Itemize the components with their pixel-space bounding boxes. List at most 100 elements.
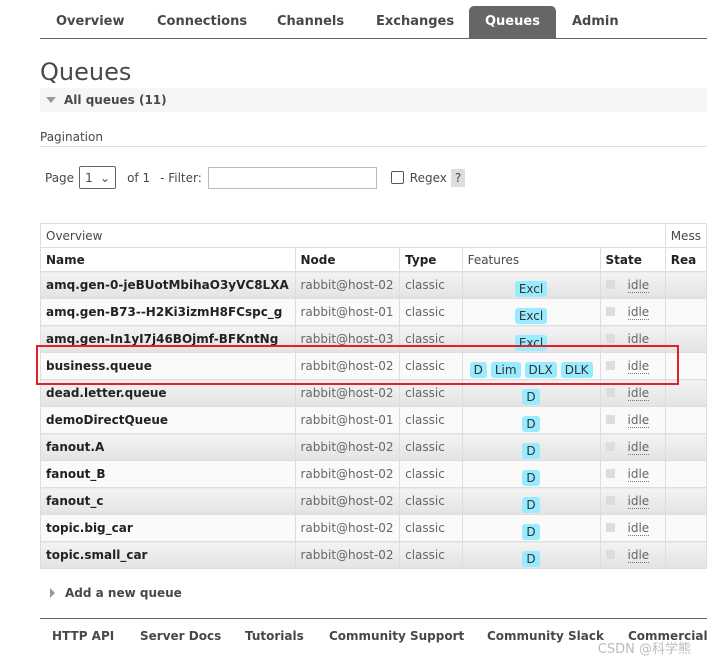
footer-link-http-api[interactable]: HTTP API bbox=[52, 629, 114, 643]
column-header-type[interactable]: Type bbox=[399, 247, 463, 272]
queue-state-cell: idle bbox=[599, 406, 666, 434]
footer-link-tutorials[interactable]: Tutorials bbox=[245, 629, 304, 643]
queue-name-cell[interactable]: amq.gen-B73--H2Ki3izmH8FCspc_g bbox=[40, 298, 296, 326]
pagination-label: Pagination bbox=[40, 130, 103, 144]
table-row[interactable]: demoDirectQueue rabbit@host-01 classic Didl… bbox=[40, 406, 707, 434]
queue-features-cell: D bbox=[461, 406, 601, 434]
queue-name-cell[interactable]: dead.letter.queue bbox=[40, 379, 296, 407]
feature-badge: D bbox=[522, 470, 540, 486]
table-row[interactable]: amq.gen-B73--H2Ki3izmH8FCspc_g rabbit@hos… bbox=[40, 298, 707, 326]
top-nav: Overview Connections Channels Exchanges … bbox=[40, 6, 707, 39]
table-row[interactable]: topic.big_car rabbit@host-02 classic Didle bbox=[40, 514, 707, 542]
footer-link-community-slack[interactable]: Community Slack bbox=[487, 629, 604, 643]
queue-type-cell: classic bbox=[399, 352, 463, 380]
queue-name-cell[interactable]: amq.gen-0-jeBUotMbihaO3yVC8LXA bbox=[40, 271, 296, 299]
queue-type-cell: classic bbox=[399, 325, 463, 353]
regex-label: Regex bbox=[409, 170, 447, 185]
state-label: idle bbox=[627, 494, 650, 509]
table-row[interactable]: fanout.A rabbit@host-02 classic Didle bbox=[40, 433, 707, 461]
watermark: CSDN @科学熊 bbox=[597, 642, 691, 657]
footer-link-community-support[interactable]: Community Support bbox=[329, 629, 464, 643]
pagination-controls: Page 1 ⌄ of 1 - Filter: Regex ? bbox=[45, 166, 466, 189]
queue-features-cell: Excl bbox=[461, 298, 601, 326]
tab-exchanges[interactable]: Exchanges bbox=[376, 6, 454, 38]
footer-link-server-docs[interactable]: Server Docs bbox=[140, 629, 221, 643]
chevron-down-icon: ⌄ bbox=[100, 170, 111, 185]
queue-ready-cell bbox=[664, 487, 707, 515]
all-queues-toggle[interactable]: All queues (11) bbox=[40, 88, 707, 112]
state-label: idle bbox=[627, 305, 650, 320]
queue-state-cell: idle bbox=[599, 460, 666, 488]
page-label: Page bbox=[45, 170, 75, 185]
column-header-node[interactable]: Node bbox=[294, 247, 401, 272]
regex-help-button[interactable]: ? bbox=[450, 168, 466, 187]
queue-ready-cell bbox=[664, 379, 707, 407]
table-row[interactable]: fanout_B rabbit@host-02 classic Didle bbox=[40, 460, 707, 488]
queue-name-cell[interactable]: fanout_c bbox=[40, 487, 296, 515]
queue-name-cell[interactable]: demoDirectQueue bbox=[40, 406, 296, 434]
state-indicator-icon bbox=[605, 307, 615, 316]
add-queue-toggle[interactable]: Add a new queue bbox=[50, 586, 182, 600]
queues-table: Overview Mess Name Node Type Features St… bbox=[40, 223, 707, 569]
table-row[interactable]: amq.gen-0-jeBUotMbihaO3yVC8LXA rabbit@hos… bbox=[40, 271, 707, 299]
queue-name-cell[interactable]: fanout_B bbox=[40, 460, 296, 488]
table-row[interactable]: topic.small_car rabbit@host-02 classic Didl… bbox=[40, 541, 707, 569]
column-header-ready[interactable]: Rea bbox=[664, 247, 707, 272]
queue-name-cell[interactable]: topic.small_car bbox=[40, 541, 296, 569]
feature-badge: D bbox=[522, 551, 540, 567]
queue-features-cell: D Lim DLX DLK bbox=[461, 352, 601, 380]
regex-checkbox[interactable] bbox=[390, 171, 404, 184]
tab-channels[interactable]: Channels bbox=[277, 6, 344, 38]
tab-queues[interactable]: Queues bbox=[469, 6, 556, 38]
feature-badge: DLX bbox=[524, 362, 557, 378]
tab-admin[interactable]: Admin bbox=[572, 6, 619, 38]
queue-ready-cell bbox=[664, 433, 707, 461]
queue-features-cell: D bbox=[461, 487, 601, 515]
queue-node-cell: rabbit@host-02 bbox=[294, 352, 401, 380]
queue-state-cell: idle bbox=[599, 271, 666, 299]
queue-type-cell: classic bbox=[399, 379, 463, 407]
queue-state-cell: idle bbox=[599, 541, 666, 569]
queue-type-cell: classic bbox=[399, 271, 463, 299]
queue-state-cell: idle bbox=[599, 325, 666, 353]
state-indicator-icon bbox=[605, 469, 615, 478]
state-label: idle bbox=[627, 413, 650, 428]
table-row[interactable]: business.queue rabbit@host-02 classic D Lim D… bbox=[40, 352, 707, 380]
queue-features-cell: D bbox=[461, 433, 601, 461]
table-row[interactable]: amq.gen-In1yI7j46BOjmf-BFKntNg rabbit@hos… bbox=[40, 325, 707, 353]
tab-overview[interactable]: Overview bbox=[56, 6, 125, 38]
queue-node-cell: rabbit@host-01 bbox=[294, 298, 401, 326]
column-header-name[interactable]: Name bbox=[40, 247, 296, 272]
feature-badge: Excl bbox=[514, 335, 548, 351]
queue-state-cell: idle bbox=[599, 352, 666, 380]
feature-badge: D bbox=[469, 362, 487, 378]
queue-name-cell[interactable]: amq.gen-In1yI7j46BOjmf-BFKntNg bbox=[40, 325, 296, 353]
state-label: idle bbox=[627, 332, 650, 347]
state-indicator-icon bbox=[605, 442, 615, 451]
page-select[interactable]: 1 ⌄ bbox=[79, 166, 117, 189]
queue-features-cell: D bbox=[461, 514, 601, 542]
queue-features-cell: D bbox=[461, 460, 601, 488]
queue-state-cell: idle bbox=[599, 514, 666, 542]
column-header-state[interactable]: State bbox=[599, 247, 666, 272]
queue-node-cell: rabbit@host-02 bbox=[294, 541, 401, 569]
filter-input[interactable] bbox=[207, 166, 377, 189]
queue-name-cell[interactable]: fanout.A bbox=[40, 433, 296, 461]
tab-connections[interactable]: Connections bbox=[157, 6, 247, 38]
queue-name-cell[interactable]: business.queue bbox=[40, 352, 296, 380]
filter-label: - Filter: bbox=[160, 170, 202, 185]
queue-ready-cell bbox=[664, 298, 707, 326]
queue-name-cell[interactable]: topic.big_car bbox=[40, 514, 296, 542]
state-indicator-icon bbox=[605, 280, 615, 289]
state-label: idle bbox=[627, 467, 650, 482]
expand-triangle-icon bbox=[50, 588, 55, 598]
queue-type-cell: classic bbox=[399, 460, 463, 488]
queue-node-cell: rabbit@host-02 bbox=[294, 379, 401, 407]
queue-node-cell: rabbit@host-02 bbox=[294, 460, 401, 488]
feature-badge: Excl bbox=[514, 281, 548, 297]
table-row[interactable]: fanout_c rabbit@host-02 classic Didle bbox=[40, 487, 707, 515]
add-queue-label: Add a new queue bbox=[65, 586, 182, 600]
table-row[interactable]: dead.letter.queue rabbit@host-02 classic Di… bbox=[40, 379, 707, 407]
state-indicator-icon bbox=[605, 550, 615, 559]
queue-state-cell: idle bbox=[599, 379, 666, 407]
